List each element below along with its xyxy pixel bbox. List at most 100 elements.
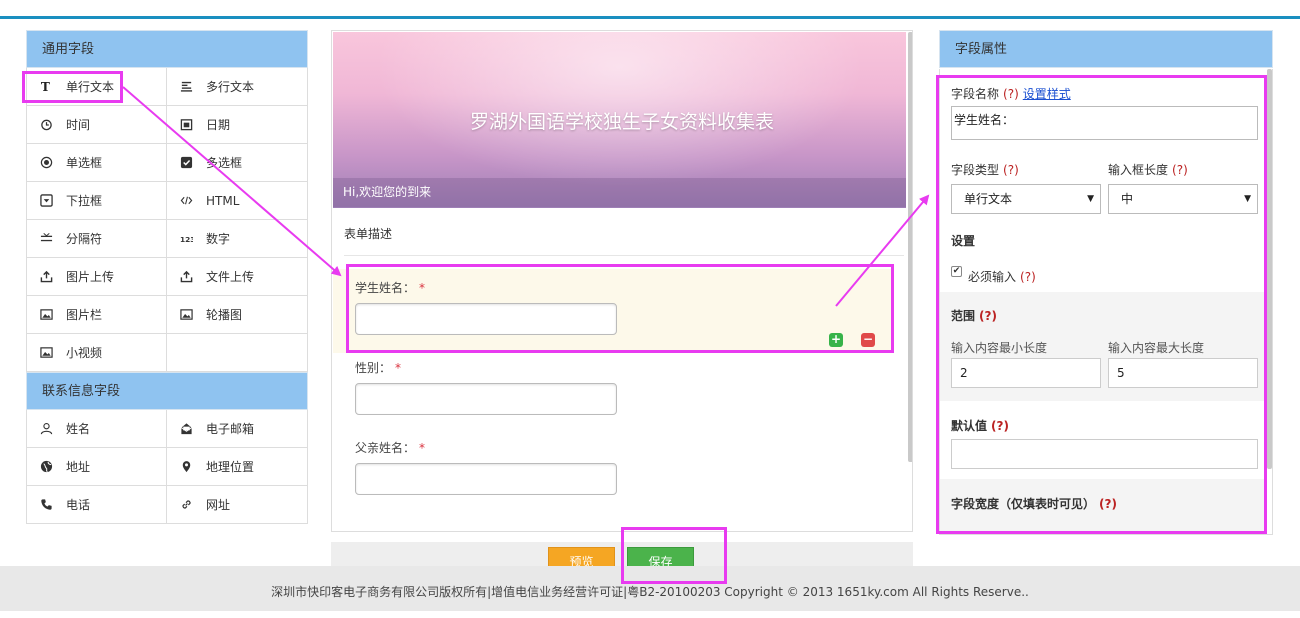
field-label: 性别： * (355, 361, 402, 375)
field-type-multiline-text-1[interactable]: 多行文本 (167, 68, 308, 106)
contact-fields-header: 联系信息字段 (26, 372, 308, 410)
help-icon[interactable]: (?) (979, 309, 997, 323)
svg-text:123: 123 (180, 235, 193, 244)
field-type-text-t-0[interactable]: T 单行文本 (27, 68, 167, 106)
field-type-label: 分隔符 (66, 232, 103, 246)
field-type-label: HTML (206, 193, 240, 208)
field-width-label: 字段宽度（仅填表时可见） (?) (951, 497, 1117, 511)
student-name-input[interactable] (355, 303, 617, 335)
form-preview: 罗湖外国语学校独生子女资料收集表 Hi,欢迎您的到来 表单描述 学生姓名： * +… (331, 30, 913, 532)
field-type-upload-10[interactable]: 图片上传 (27, 258, 167, 296)
min-length-input[interactable]: 2 (951, 358, 1101, 388)
field-type-label: 下拉框 (66, 194, 103, 208)
help-icon[interactable]: (?) (1172, 163, 1188, 177)
number-icon: 123 (179, 232, 193, 246)
globe-icon (39, 460, 53, 474)
field-type-label: 图片栏 (66, 308, 103, 322)
field-type-label: 文件上传 (206, 270, 255, 284)
field-type-label: 电子邮箱 (206, 422, 255, 436)
field-type-label: 图片上传 (66, 270, 115, 284)
field-type-phone-4[interactable]: 电话 (27, 486, 167, 524)
field-palette: 通用字段 T 单行文本 多行文本时间 日期单选框 多选框下拉框 HTML 分隔符 123 数字图… (26, 30, 308, 524)
max-length-label: 输入内容最大长度 (1108, 341, 1205, 355)
field-type-divider-8[interactable]: 分隔符 (27, 220, 167, 258)
field-type-dropdown-6[interactable]: 下拉框 (27, 182, 167, 220)
field-type-upload-11[interactable]: 文件上传 (167, 258, 308, 296)
help-icon[interactable]: (?) (1003, 87, 1019, 101)
help-icon[interactable]: (?) (1003, 163, 1019, 177)
form-description: 表单描述 (344, 227, 393, 241)
map-pin-icon (179, 460, 193, 474)
upload-icon (179, 270, 193, 284)
form-title: 罗湖外国语学校独生子女资料收集表 (469, 111, 774, 133)
chevron-down-icon: ▼ (1087, 194, 1094, 204)
checkbox-icon (179, 156, 193, 170)
father-name-input[interactable] (355, 463, 617, 495)
field-type-globe-2[interactable]: 地址 (27, 448, 167, 486)
field-type-checkbox-5[interactable]: 多选框 (167, 144, 308, 182)
calendar-icon (179, 118, 193, 132)
form-field-father-name[interactable]: 父亲姓名： * (333, 433, 893, 513)
help-icon[interactable]: (?) (991, 419, 1009, 433)
field-type-number-9[interactable]: 123 数字 (167, 220, 308, 258)
default-value-input[interactable] (951, 439, 1258, 469)
general-fields-grid: T 单行文本 多行文本时间 日期单选框 多选框下拉框 HTML 分隔符 123 数字图片上传 文件… (26, 68, 308, 372)
field-type-clock-2[interactable]: 时间 (27, 106, 167, 144)
field-type-image-13[interactable]: 轮播图 (167, 296, 308, 334)
field-type-label: 时间 (66, 118, 91, 132)
field-type-label: 小视频 (66, 346, 103, 360)
chevron-down-icon: ▼ (1244, 194, 1251, 204)
field-type-code-7[interactable]: HTML (167, 182, 308, 220)
input-length-select[interactable]: 中 ▼ (1108, 184, 1258, 214)
field-type-user-0[interactable]: 姓名 (27, 410, 167, 448)
input-length-label: 输入框长度 (?) (1108, 163, 1188, 177)
user-icon (39, 422, 53, 436)
mail-icon (179, 422, 193, 436)
max-length-input[interactable]: 5 (1108, 358, 1258, 388)
image-icon (179, 308, 193, 322)
field-properties-header: 字段属性 (939, 30, 1273, 68)
required-label: 必须输入 (?) (968, 270, 1036, 284)
field-type-label: 多行文本 (206, 80, 255, 94)
field-type-calendar-3[interactable]: 日期 (167, 106, 308, 144)
code-icon (179, 194, 193, 208)
field-type-label: 数字 (206, 232, 231, 246)
properties-scrollbar[interactable] (1267, 69, 1272, 469)
field-label: 父亲姓名： * (355, 441, 426, 455)
help-icon[interactable]: (?) (1099, 497, 1117, 511)
field-type-label: 网址 (206, 498, 231, 512)
help-icon[interactable]: (?) (1020, 270, 1036, 284)
add-field-button[interactable]: + (829, 333, 843, 347)
field-type-map-pin-3[interactable]: 地理位置 (167, 448, 308, 486)
general-fields-header: 通用字段 (26, 30, 308, 68)
phone-icon (39, 498, 53, 512)
field-type-select[interactable]: 单行文本 ▼ (951, 184, 1101, 214)
welcome-text: Hi,欢迎您的到来 (333, 178, 906, 207)
settings-label: 设置 (951, 234, 976, 248)
svg-text:T: T (40, 80, 49, 93)
multiline-text-icon (179, 80, 193, 94)
clock-icon (39, 118, 53, 132)
image-icon (39, 308, 53, 322)
field-type-label: 日期 (206, 118, 231, 132)
top-accent-line (0, 16, 1300, 19)
image-icon (39, 346, 53, 360)
form-field-student-name[interactable]: 学生姓名： * + − (333, 269, 893, 353)
field-type-mail-1[interactable]: 电子邮箱 (167, 410, 308, 448)
set-style-link[interactable]: 设置样式 (1023, 87, 1071, 101)
dropdown-icon (39, 194, 53, 208)
field-type-radio-4[interactable]: 单选框 (27, 144, 167, 182)
field-type-label: 单行文本 (66, 80, 115, 94)
remove-field-button[interactable]: − (861, 333, 875, 347)
link-icon (179, 498, 193, 512)
gender-input[interactable] (355, 383, 617, 415)
form-scrollbar[interactable] (908, 32, 912, 462)
field-label: 学生姓名： * (355, 281, 426, 295)
field-name-textarea[interactable]: 学生姓名： (951, 106, 1258, 140)
field-type-image-12[interactable]: 图片栏 (27, 296, 167, 334)
required-checkbox[interactable]: ✔ (951, 266, 962, 277)
field-type-image-14[interactable]: 小视频 (27, 334, 167, 372)
field-type-link-5[interactable]: 网址 (167, 486, 308, 524)
form-field-gender[interactable]: 性别： * (333, 353, 893, 433)
field-type-label: 姓名 (66, 422, 91, 436)
